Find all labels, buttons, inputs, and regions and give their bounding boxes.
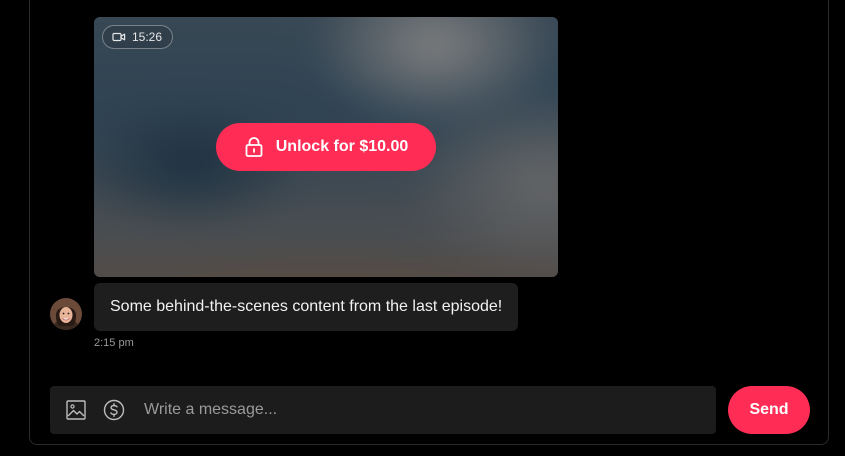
message-text: Some behind-the-scenes content from the …	[110, 298, 503, 315]
image-icon[interactable]	[64, 398, 88, 422]
dollar-circle-icon[interactable]	[102, 398, 126, 422]
unlock-label: Unlock for $10.00	[275, 138, 409, 155]
send-button[interactable]: Send	[728, 386, 810, 434]
video-duration: 15:26	[132, 30, 163, 44]
message-timestamp: 2:15 pm	[94, 337, 134, 349]
avatar[interactable]	[50, 298, 82, 330]
message-composer	[50, 386, 716, 434]
message-bubble: Some behind-the-scenes content from the …	[94, 283, 519, 331]
video-camera-icon	[112, 31, 126, 43]
unlock-button[interactable]: Unlock for $10.00	[216, 123, 436, 171]
lock-icon	[244, 136, 264, 158]
video-duration-badge: 15:26	[102, 25, 174, 49]
message-input[interactable]	[144, 386, 704, 434]
